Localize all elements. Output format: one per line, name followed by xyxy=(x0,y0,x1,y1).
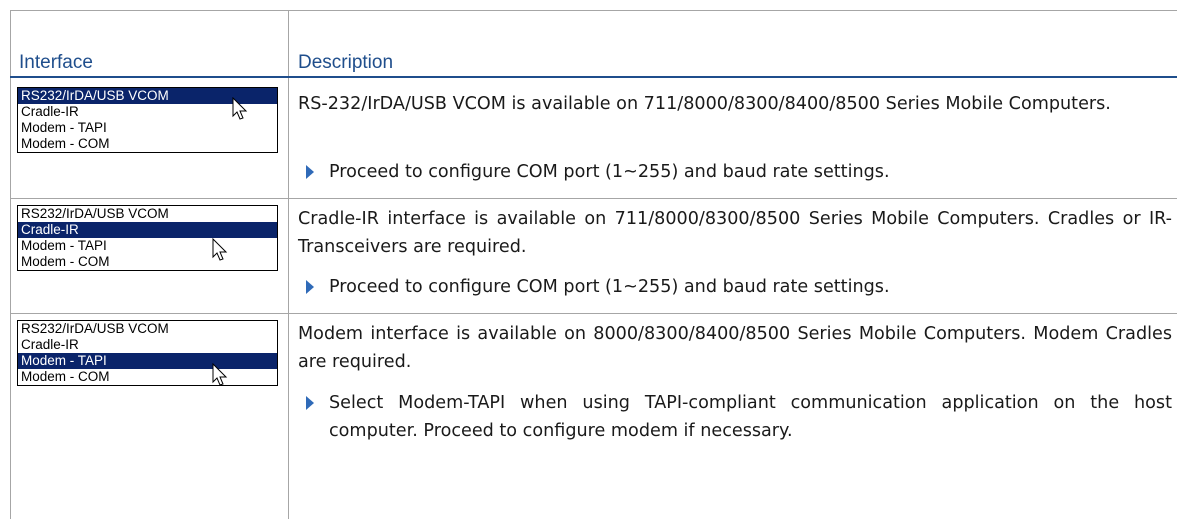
row-description: Modem interface is available on 8000/830… xyxy=(298,324,1172,372)
list-item[interactable]: Cradle-IR xyxy=(18,337,277,353)
list-item[interactable]: Modem - COM xyxy=(18,254,277,270)
list-item[interactable]: Modem - COM xyxy=(18,369,277,385)
bullet-arrow-icon xyxy=(306,396,314,410)
table-column-divider xyxy=(288,10,289,519)
list-item[interactable]: Modem - COM xyxy=(18,136,277,152)
bullet-arrow-icon xyxy=(306,280,314,294)
interface-listbox[interactable]: RS232/IrDA/USB VCOM Cradle-IR Modem - TA… xyxy=(17,205,278,271)
list-item[interactable]: Cradle-IR xyxy=(18,222,277,238)
bullet-arrow-icon xyxy=(306,165,314,179)
table-top-border xyxy=(10,10,1177,11)
list-item[interactable]: Modem - TAPI xyxy=(18,238,277,254)
row-description: Cradle-IR interface is available on 711/… xyxy=(298,209,1172,257)
header-description: Description xyxy=(298,52,394,73)
interface-listbox[interactable]: RS232/IrDA/USB VCOM Cradle-IR Modem - TA… xyxy=(17,320,278,386)
header-interface: Interface xyxy=(19,52,93,73)
mouse-cursor-icon xyxy=(212,363,228,386)
table-left-border xyxy=(10,10,11,519)
row-divider xyxy=(10,198,1177,199)
header-underline xyxy=(10,76,1177,78)
mouse-cursor-icon xyxy=(212,238,228,261)
bullet-text: Select Modem-TAPI when using TAPI-compli… xyxy=(329,393,1172,441)
mouse-cursor-icon xyxy=(232,97,248,120)
list-item[interactable]: RS232/IrDA/USB VCOM xyxy=(18,206,277,222)
bullet-text: Proceed to configure COM port (1~255) an… xyxy=(329,162,890,182)
list-item[interactable]: Modem - TAPI xyxy=(18,353,277,369)
row-divider xyxy=(10,313,1177,314)
list-item[interactable]: RS232/IrDA/USB VCOM xyxy=(18,321,277,337)
row-description: RS-232/IrDA/USB VCOM is available on 711… xyxy=(298,94,1111,114)
bullet-text: Proceed to configure COM port (1~255) an… xyxy=(329,277,890,297)
